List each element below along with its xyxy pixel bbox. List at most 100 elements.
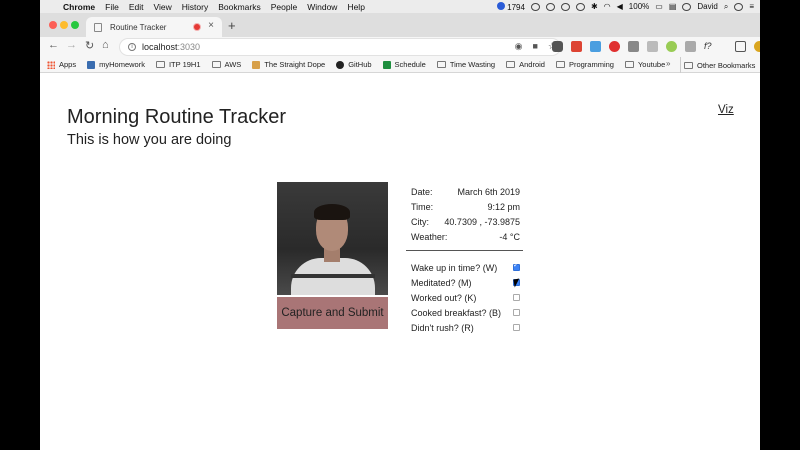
minimize-window-button[interactable] [60, 21, 68, 29]
tab-strip: Routine Tracker × + [40, 13, 760, 37]
divider [406, 250, 523, 251]
menu-view[interactable]: View [153, 2, 171, 12]
pocket-icon[interactable] [552, 41, 563, 52]
menu-window[interactable]: Window [307, 2, 337, 12]
site-icon [252, 60, 261, 69]
check-label: Worked out? (K) [411, 292, 477, 303]
status-icon[interactable] [530, 2, 540, 11]
clock-icon[interactable] [682, 2, 692, 11]
site-icon [87, 60, 96, 69]
status-icon[interactable] [545, 2, 555, 11]
extension-icon[interactable] [571, 41, 582, 52]
bookmark-label: Other Bookmarks [697, 60, 756, 70]
forward-icon[interactable]: → [66, 39, 77, 51]
address-bar[interactable]: i localhost:3030 ◉ ■ ☆ [120, 39, 560, 55]
bookmarks-bar: Apps myHomework ITP 19H1 AWS The Straigh… [40, 57, 760, 73]
info-label: Time: [411, 201, 434, 212]
recording-icon [194, 24, 200, 30]
check-row-didnt-rush[interactable]: Didn't rush? (R) [411, 320, 520, 335]
bookmark-programming[interactable]: Programming [555, 60, 614, 69]
spotlight-icon[interactable]: ⌕ [724, 2, 728, 12]
reload-icon[interactable]: ↻ [85, 39, 94, 52]
volume-icon[interactable]: ◀ [617, 2, 623, 11]
home-icon[interactable]: ⌂ [102, 39, 109, 51]
bookmark-myhomework[interactable]: myHomework [87, 60, 145, 69]
location-icon[interactable]: ◉ [515, 41, 523, 52]
bluetooth-icon[interactable]: ✱ [591, 2, 598, 11]
menu-bookmarks[interactable]: Bookmarks [218, 2, 261, 12]
cast-icon[interactable] [735, 41, 746, 52]
bookmark-label: Apps [59, 60, 77, 69]
bookmark-label: Youtube [637, 60, 666, 69]
url-host: localhost [142, 42, 178, 52]
badge-icon [497, 1, 506, 10]
capture-submit-button[interactable]: Capture and Submit [277, 297, 388, 329]
status-badge[interactable]: 1794 [497, 1, 525, 12]
bookmark-github[interactable]: GitHub [336, 60, 372, 69]
menu-history[interactable]: History [182, 2, 208, 12]
menu-file[interactable]: File [105, 2, 119, 12]
status-icon[interactable] [560, 2, 570, 11]
bookmark-aws[interactable]: AWS [211, 60, 241, 69]
bookmark-youtube[interactable]: Youtube [624, 60, 666, 69]
omnibox-actions: ◉ ■ ☆ [515, 41, 556, 52]
battery-percent[interactable]: 100% [629, 2, 649, 11]
extension-icon[interactable] [609, 41, 620, 52]
info-value: March 6th 2019 [457, 186, 520, 197]
bookmark-label: Programming [568, 60, 614, 69]
check-row-wake-up[interactable]: Wake up in time? (W) [411, 260, 520, 275]
bookmark-time-wasting[interactable]: Time Wasting [436, 60, 495, 69]
menu-edit[interactable]: Edit [129, 2, 144, 12]
info-icon[interactable]: i [128, 43, 136, 51]
bookmark-label: GitHub [348, 60, 372, 69]
close-icon[interactable]: × [208, 20, 214, 31]
bookmark-android[interactable]: Android [506, 60, 545, 69]
tab-routine-tracker[interactable]: Routine Tracker × [86, 17, 222, 37]
back-icon[interactable]: ← [48, 39, 59, 51]
camera-icon[interactable]: ■ [532, 41, 537, 52]
bookmark-apps[interactable]: Apps [47, 60, 76, 69]
new-tab-button[interactable]: + [228, 18, 236, 33]
bookmark-straight-dope[interactable]: The Straight Dope [252, 60, 325, 69]
bookmark-schedule[interactable]: Schedule [382, 60, 426, 69]
flag-icon[interactable]: ▤ [669, 2, 677, 11]
bookmarks-overflow-button[interactable]: » [666, 59, 670, 68]
check-label: Meditated? (M) [411, 277, 472, 288]
breakfast-checkbox[interactable] [513, 309, 520, 316]
check-label: Wake up in time? (W) [411, 262, 498, 273]
extension-icon[interactable] [647, 41, 658, 52]
check-row-meditated[interactable]: Meditated? (M) [411, 275, 520, 290]
bookmark-other[interactable]: Other Bookmarks [680, 57, 755, 73]
menu-app-name[interactable]: Chrome [63, 2, 95, 12]
notification-center-icon[interactable]: ≡ [749, 2, 754, 11]
webcam-preview [277, 182, 388, 295]
folder-icon [624, 61, 634, 68]
menu-people[interactable]: People [271, 2, 297, 12]
menu-help[interactable]: Help [347, 2, 364, 12]
extension-icon[interactable] [590, 41, 601, 52]
url-port: :3030 [177, 42, 201, 52]
worked-out-checkbox[interactable] [513, 294, 520, 301]
bookmark-label: ITP 19H1 [168, 60, 201, 69]
didnt-rush-checkbox[interactable] [513, 324, 520, 331]
user-name[interactable]: David [697, 2, 717, 11]
close-window-button[interactable] [49, 21, 57, 29]
wifi-icon[interactable]: ◠ [604, 2, 611, 11]
bookmark-label: The Straight Dope [264, 60, 326, 69]
function-icon[interactable]: f? [704, 41, 715, 52]
check-row-worked-out[interactable]: Worked out? (K) [411, 290, 520, 305]
zoom-window-button[interactable] [71, 21, 79, 29]
page-title: Morning Routine Tracker [67, 106, 286, 128]
check-row-breakfast[interactable]: Cooked breakfast? (B) [411, 305, 520, 320]
bookmark-itp[interactable]: ITP 19H1 [155, 60, 201, 69]
avatar[interactable] [754, 41, 760, 52]
wake-up-checkbox[interactable] [513, 261, 520, 271]
status-icon[interactable] [575, 2, 585, 11]
info-row-city: City: 40.7309 , -73.9875 [411, 214, 520, 229]
extension-icon[interactable] [666, 41, 677, 52]
extension-icon[interactable] [628, 41, 639, 52]
extension-icon[interactable] [685, 41, 696, 52]
siri-icon[interactable] [734, 2, 744, 11]
viz-link[interactable]: Viz [718, 104, 734, 116]
browser-toolbar: ← → ↻ ⌂ i localhost:3030 ◉ ■ ☆ f? ⋮ [40, 37, 760, 57]
